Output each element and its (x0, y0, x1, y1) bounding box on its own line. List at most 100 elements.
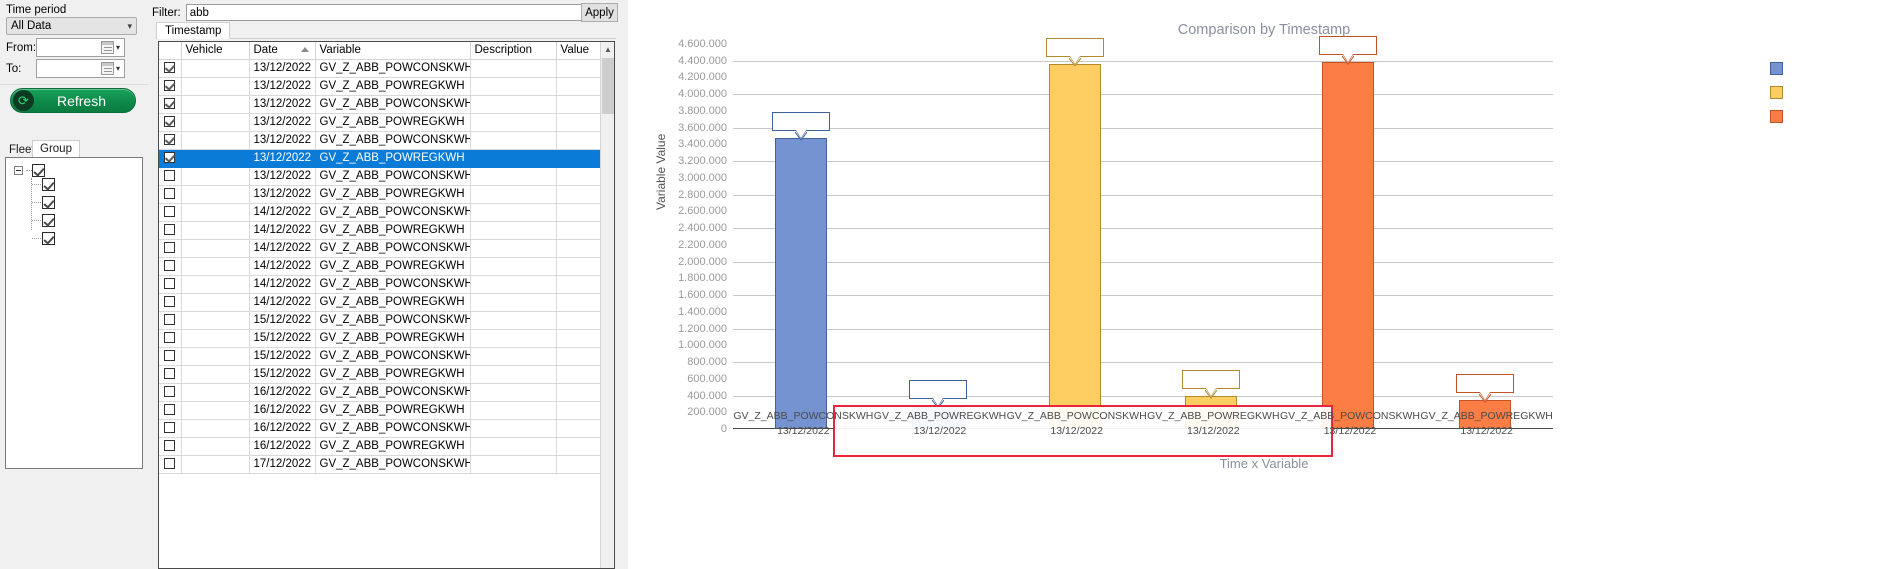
tree-child-checkbox[interactable] (42, 178, 55, 191)
tree-root-node[interactable] (14, 164, 45, 177)
row-checkbox-cell[interactable] (159, 113, 182, 132)
data-grid[interactable]: Vehicle Date Variable Description Value … (158, 41, 615, 569)
row-checkbox-cell[interactable] (159, 275, 182, 294)
row-checkbox[interactable] (164, 386, 176, 398)
table-row[interactable]: 13/12/2022 GV_Z_ABB_POWREGKWH (159, 149, 602, 168)
table-row[interactable]: 15/12/2022 GV_Z_ABB_POWREGKWH (159, 365, 602, 384)
row-checkbox-cell[interactable] (159, 221, 182, 240)
row-checkbox[interactable] (164, 98, 176, 110)
table-row[interactable]: 14/12/2022 GV_Z_ABB_POWREGKWH (159, 257, 602, 276)
table-row[interactable]: 13/12/2022 GV_Z_ABB_POWREGKWH (159, 185, 602, 204)
row-checkbox-cell[interactable] (159, 293, 182, 312)
tree-child-node[interactable] (42, 214, 55, 227)
scroll-up-icon[interactable]: ▲ (601, 42, 614, 56)
tab-timestamp[interactable]: Timestamp (156, 22, 231, 39)
tree-child-node[interactable] (42, 196, 55, 209)
row-checkbox[interactable] (164, 170, 176, 182)
row-checkbox-cell[interactable] (159, 59, 182, 78)
row-checkbox[interactable] (164, 224, 176, 236)
row-checkbox[interactable] (164, 152, 176, 164)
apply-button[interactable]: Apply (581, 3, 618, 22)
table-row[interactable]: 13/12/2022 GV_Z_ABB_POWCONSKWH (159, 95, 602, 114)
row-checkbox[interactable] (164, 116, 176, 128)
row-checkbox[interactable] (164, 404, 176, 416)
tree-root-checkbox[interactable] (32, 164, 45, 177)
table-row[interactable]: 15/12/2022 GV_Z_ABB_POWREGKWH (159, 329, 602, 348)
group-tree-view[interactable] (5, 157, 143, 469)
row-checkbox-cell[interactable] (159, 437, 182, 456)
legend-swatch[interactable] (1770, 86, 1783, 99)
table-row[interactable]: 16/12/2022 GV_Z_ABB_POWREGKWH (159, 437, 602, 456)
row-checkbox-cell[interactable] (159, 95, 182, 114)
row-checkbox-cell[interactable] (159, 365, 182, 384)
row-checkbox[interactable] (164, 278, 176, 290)
table-row[interactable]: 13/12/2022 GV_Z_ABB_POWREGKWH (159, 77, 602, 96)
tree-child-node[interactable] (42, 178, 55, 191)
column-header-vehicle[interactable]: Vehicle (181, 42, 250, 60)
table-row[interactable]: 16/12/2022 GV_Z_ABB_POWCONSKWH (159, 383, 602, 402)
table-row[interactable]: 15/12/2022 GV_Z_ABB_POWCONSKWH (159, 311, 602, 330)
row-checkbox[interactable] (164, 260, 176, 272)
date-to-input[interactable]: ▾ (36, 59, 125, 78)
column-header-variable[interactable]: Variable (315, 42, 471, 60)
chart-bar[interactable] (775, 137, 828, 429)
table-row[interactable]: 17/12/2022 GV_Z_ABB_POWCONSKWH (159, 455, 602, 474)
table-row[interactable]: 14/12/2022 GV_Z_ABB_POWCONSKWH (159, 203, 602, 222)
row-checkbox-cell[interactable] (159, 329, 182, 348)
row-checkbox-cell[interactable] (159, 311, 182, 330)
table-row[interactable]: 14/12/2022 GV_Z_ABB_POWCONSKWH (159, 239, 602, 258)
table-row[interactable]: 16/12/2022 GV_Z_ABB_POWREGKWH (159, 401, 602, 420)
row-checkbox[interactable] (164, 368, 176, 380)
tree-child-checkbox[interactable] (42, 214, 55, 227)
legend-swatch[interactable] (1770, 62, 1783, 75)
grid-vertical-scrollbar[interactable]: ▲ (600, 42, 614, 568)
row-checkbox[interactable] (164, 188, 176, 200)
row-checkbox-cell[interactable] (159, 77, 182, 96)
date-from-input[interactable]: ▾ (36, 38, 125, 57)
row-checkbox-cell[interactable] (159, 347, 182, 366)
row-checkbox-cell[interactable] (159, 131, 182, 150)
legend-swatch[interactable] (1770, 110, 1783, 123)
filter-input[interactable] (185, 4, 586, 21)
row-checkbox[interactable] (164, 350, 176, 362)
row-checkbox[interactable] (164, 332, 176, 344)
chart-bar[interactable] (1322, 62, 1374, 429)
column-header-value[interactable]: Value (556, 42, 602, 60)
table-row[interactable]: 14/12/2022 GV_Z_ABB_POWREGKWH (159, 221, 602, 240)
panel-splitter[interactable] (620, 0, 628, 569)
row-checkbox[interactable] (164, 134, 176, 146)
column-header-description[interactable]: Description (470, 42, 557, 60)
tree-child-checkbox[interactable] (42, 232, 55, 245)
tree-child-checkbox[interactable] (42, 196, 55, 209)
table-row[interactable]: 13/12/2022 GV_Z_ABB_POWCONSKWH (159, 167, 602, 186)
row-checkbox[interactable] (164, 242, 176, 254)
table-row[interactable]: 13/12/2022 GV_Z_ABB_POWREGKWH (159, 113, 602, 132)
row-checkbox[interactable] (164, 80, 176, 92)
row-checkbox[interactable] (164, 62, 176, 74)
row-checkbox[interactable] (164, 458, 176, 470)
column-header-select[interactable] (159, 42, 182, 60)
row-checkbox[interactable] (164, 296, 176, 308)
table-row[interactable]: 16/12/2022 GV_Z_ABB_POWCONSKWH (159, 419, 602, 438)
row-checkbox[interactable] (164, 422, 176, 434)
chart-bar[interactable] (1048, 64, 1101, 429)
row-checkbox[interactable] (164, 206, 176, 218)
time-period-dropdown[interactable]: All Data ▾ (6, 17, 137, 35)
row-checkbox-cell[interactable] (159, 455, 182, 474)
collapse-icon[interactable] (14, 166, 23, 175)
tab-group[interactable]: Group (32, 140, 80, 157)
row-checkbox-cell[interactable] (159, 401, 182, 420)
table-row[interactable]: 14/12/2022 GV_Z_ABB_POWREGKWH (159, 293, 602, 312)
row-checkbox-cell[interactable] (159, 203, 182, 222)
refresh-button[interactable]: ⟳ Refresh (10, 88, 136, 113)
table-row[interactable]: 13/12/2022 GV_Z_ABB_POWCONSKWH (159, 59, 602, 78)
row-checkbox-cell[interactable] (159, 167, 182, 186)
row-checkbox-cell[interactable] (159, 149, 182, 168)
row-checkbox-cell[interactable] (159, 185, 182, 204)
tree-child-node[interactable] (42, 232, 55, 245)
table-row[interactable]: 15/12/2022 GV_Z_ABB_POWCONSKWH (159, 347, 602, 366)
table-row[interactable]: 13/12/2022 GV_Z_ABB_POWCONSKWH (159, 131, 602, 150)
row-checkbox-cell[interactable] (159, 257, 182, 276)
scrollbar-thumb[interactable] (602, 58, 614, 114)
row-checkbox[interactable] (164, 440, 176, 452)
